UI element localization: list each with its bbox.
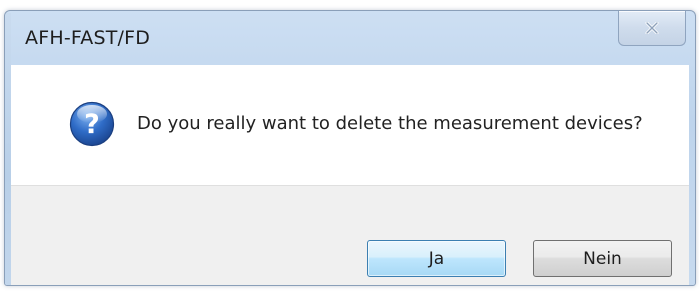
title-bar[interactable]: AFH-FAST/FD: [5, 11, 695, 65]
window-title: AFH-FAST/FD: [25, 27, 151, 49]
button-bar: Ja Nein: [11, 185, 689, 285]
svg-text:?: ?: [84, 109, 100, 140]
question-icon: ?: [69, 101, 115, 147]
close-icon: [645, 22, 659, 34]
message-area: ? Do you really want to delete the measu…: [11, 65, 689, 185]
confirm-dialog: AFH-FAST/FD ? Do you really want to dele…: [4, 10, 696, 286]
yes-button[interactable]: Ja: [367, 240, 506, 277]
close-button[interactable]: [618, 11, 686, 46]
confirmation-message: Do you really want to delete the measure…: [137, 113, 643, 134]
no-button[interactable]: Nein: [533, 240, 672, 277]
